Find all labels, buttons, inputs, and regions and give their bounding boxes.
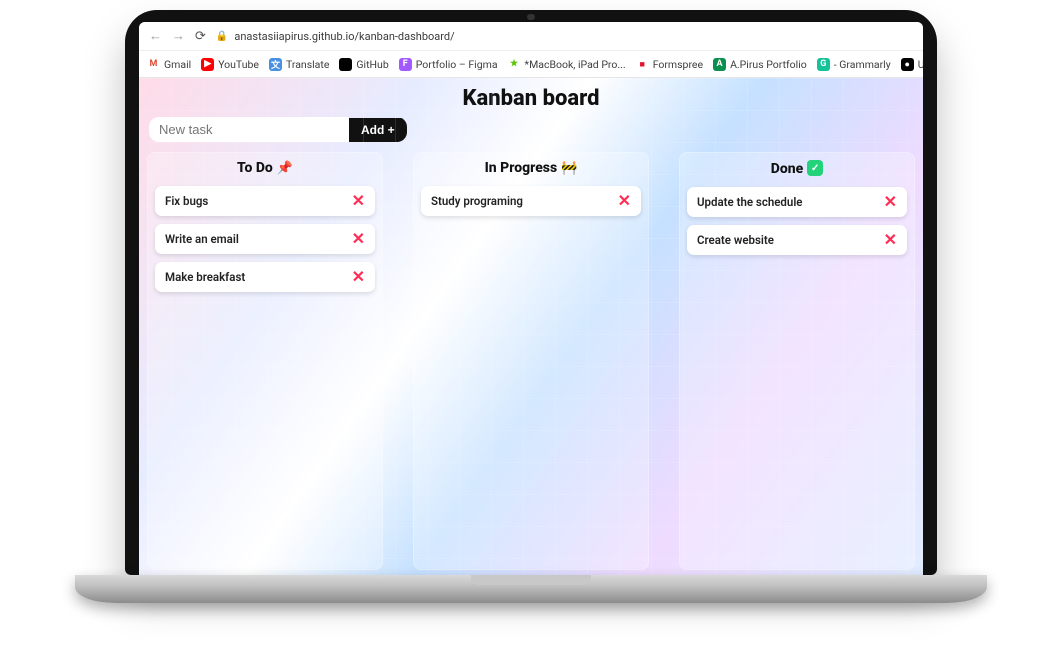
task-card[interactable]: Fix bugs ✕ — [155, 186, 375, 216]
bookmarks-bar: M Gmail ▶ YouTube 文 Translate GitHub F Portfolio… — [139, 51, 923, 78]
bookmark-label: - Grammarly — [834, 58, 891, 71]
task-card-text: Study programing — [431, 194, 523, 208]
bookmark-label: Portfolio – Figma — [416, 58, 498, 71]
laptop-screen: ← → ⟳ 🔒 anastasiiapirus.github.io/kanban… — [139, 22, 923, 575]
column-title: Done — [687, 160, 907, 177]
kanban-column[interactable]: To Do📌Fix bugs✕Write an email✕Make break… — [147, 152, 383, 570]
bookmark-label: GitHub — [356, 58, 388, 71]
laptop-camera-notch — [527, 14, 535, 20]
task-card-text: Update the schedule — [697, 195, 803, 209]
column-title: In Progress🚧 — [421, 160, 641, 176]
bookmark-icon: ★ — [508, 58, 521, 71]
bookmark-item[interactable]: ▶ YouTube — [201, 58, 259, 71]
task-card[interactable]: Write an email ✕ — [155, 224, 375, 254]
bookmark-icon: 文 — [269, 58, 282, 71]
bookmark-item[interactable]: ■ Formspree — [636, 58, 703, 71]
delete-task-button[interactable]: ✕ — [884, 232, 897, 248]
bookmark-item[interactable]: F Portfolio – Figma — [399, 58, 498, 71]
task-card-text: Make breakfast — [165, 270, 245, 284]
kanban-column[interactable]: In Progress🚧 Study programing ✕ — [413, 152, 649, 570]
bookmark-icon — [339, 58, 352, 71]
new-task-input[interactable] — [149, 117, 349, 142]
column-emoji-icon: 🚧 — [561, 161, 577, 176]
bookmark-item[interactable]: M Gmail — [147, 58, 191, 71]
bookmark-label: Translate — [286, 58, 329, 71]
column-title-text: In Progress — [485, 160, 558, 176]
delete-task-button[interactable]: ✕ — [618, 193, 631, 209]
reload-button[interactable]: ⟳ — [195, 30, 206, 43]
laptop-base — [75, 575, 987, 603]
bookmark-label: YouTube — [218, 58, 259, 71]
bookmark-icon: A — [713, 58, 726, 71]
address-bar[interactable]: 🔒 anastasiiapirus.github.io/kanban-dashb… — [216, 30, 455, 43]
delete-task-button[interactable]: ✕ — [352, 193, 365, 209]
task-card-text: Fix bugs — [165, 194, 208, 208]
bookmark-icon: ■ — [636, 58, 649, 71]
bookmark-icon: ● — [901, 58, 914, 71]
kanban-columns: To Do📌Fix bugs✕Write an email✕Make break… — [147, 152, 915, 570]
check-icon — [807, 160, 823, 176]
bookmark-item[interactable]: 文 Translate — [269, 58, 329, 71]
delete-task-button[interactable]: ✕ — [352, 269, 365, 285]
column-title-text: Done — [771, 161, 803, 177]
column-title: To Do 📌 — [155, 160, 375, 176]
lock-icon: 🔒 — [216, 31, 228, 42]
url-text: anastasiiapirus.github.io/kanban-dashboa… — [234, 30, 454, 43]
forward-button[interactable]: → — [172, 30, 185, 43]
delete-task-button[interactable]: ✕ — [352, 231, 365, 247]
bookmark-icon: M — [147, 58, 160, 71]
back-button[interactable]: ← — [149, 30, 162, 43]
bookmark-item[interactable]: ★ *MacBook, iPad Pro... — [508, 58, 626, 71]
kanban-app: Kanban board Add + To Do📌Fix bugs✕Write … — [139, 78, 923, 575]
bookmark-icon: G — [817, 58, 830, 71]
bookmark-label: *MacBook, iPad Pro... — [525, 58, 626, 71]
task-card[interactable]: Update the schedule ✕ — [687, 187, 907, 217]
task-card-text: Create website — [697, 233, 774, 247]
bookmark-item[interactable]: ● Updating the U — [901, 58, 923, 71]
bookmark-item[interactable]: A A.Pirus Portfolio — [713, 58, 807, 71]
kanban-column[interactable]: Done Update the schedule ✕ Create website ✕ — [679, 152, 915, 570]
bookmark-label: A.Pirus Portfolio — [730, 58, 807, 71]
bookmark-label: Formspree — [653, 58, 703, 71]
task-card[interactable]: Make breakfast ✕ — [155, 262, 375, 292]
task-card[interactable]: Create website ✕ — [687, 225, 907, 255]
column-title-text: To Do — [237, 160, 273, 176]
bookmark-item[interactable]: GitHub — [339, 58, 388, 71]
bookmark-icon: ▶ — [201, 58, 214, 71]
page-title: Kanban board — [147, 86, 915, 111]
laptop-frame: ← → ⟳ 🔒 anastasiiapirus.github.io/kanban… — [125, 10, 937, 575]
bookmark-item[interactable]: G - Grammarly — [817, 58, 891, 71]
bookmark-icon: F — [399, 58, 412, 71]
bookmark-label: Gmail — [164, 58, 191, 71]
browser-bar: ← → ⟳ 🔒 anastasiiapirus.github.io/kanban… — [139, 22, 923, 51]
add-task-button[interactable]: Add + — [349, 118, 407, 142]
delete-task-button[interactable]: ✕ — [884, 194, 897, 210]
task-card[interactable]: Study programing ✕ — [421, 186, 641, 216]
bookmark-label: Updating the U — [918, 58, 923, 71]
new-task-form: Add + — [149, 117, 407, 142]
task-card-text: Write an email — [165, 232, 239, 246]
column-emoji-icon: 📌 — [277, 161, 293, 176]
